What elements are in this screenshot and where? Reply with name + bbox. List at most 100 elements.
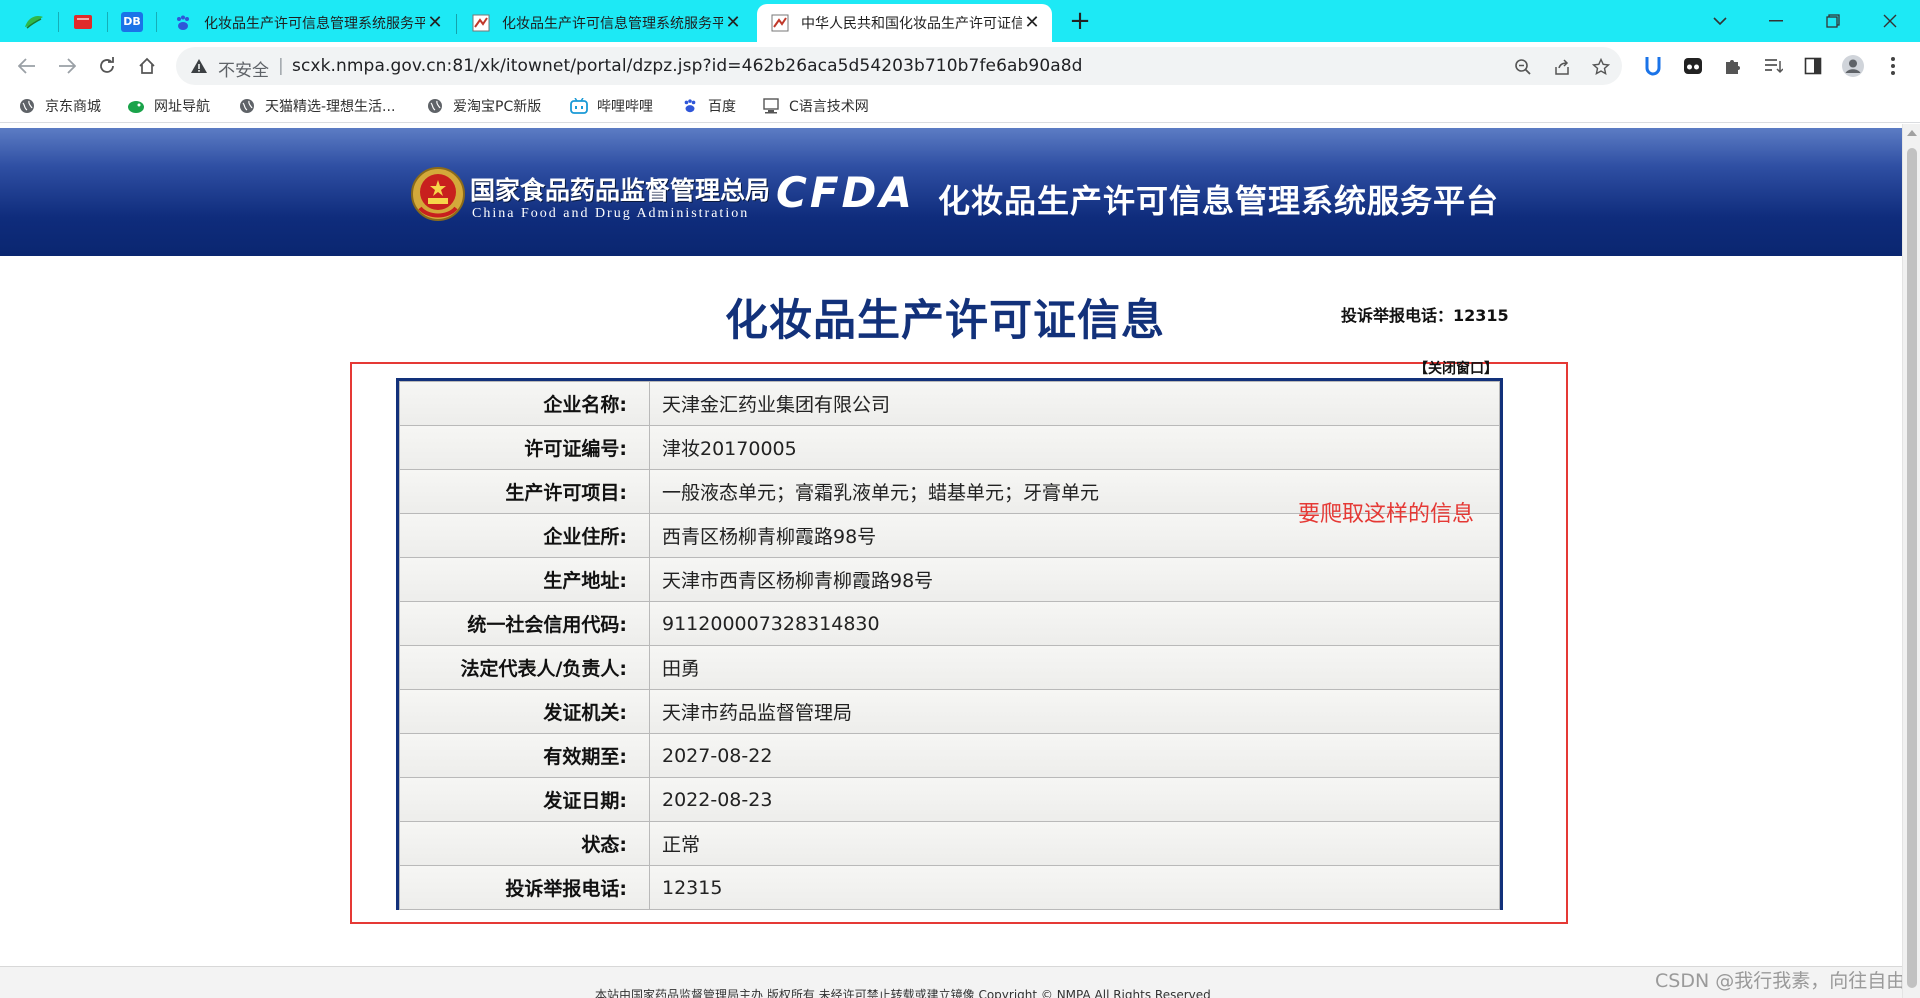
page-title: 化妆品生产许可证信息 [725, 296, 1165, 346]
bookmark-item[interactable]: 爱淘宝PC新版 [426, 95, 541, 117]
national-emblem-icon [411, 167, 465, 221]
globe-icon [426, 97, 444, 115]
bookmark-item[interactable]: 百度 [681, 95, 736, 117]
back-arrow-icon[interactable] [12, 51, 42, 81]
row-label: 发证机关: [399, 689, 650, 734]
omnibox-separator: | [278, 56, 284, 76]
bird-icon [127, 97, 145, 115]
scroll-up-arrow-icon[interactable] [1907, 130, 1917, 136]
bookmark-star-icon[interactable] [1590, 56, 1612, 78]
page-favicon-icon [771, 14, 789, 32]
bookmark-label: 爱淘宝PC新版 [453, 99, 542, 115]
new-tab-button[interactable]: + [1064, 8, 1096, 35]
row-value: 天津金汇药业集团有限公司 [649, 381, 1500, 426]
tab-1[interactable]: 化妆品生产许可信息管理系统服务平台 ✕ [160, 4, 455, 42]
home-icon[interactable] [132, 51, 162, 81]
computer-icon [762, 97, 780, 115]
row-value: 正常 [649, 821, 1500, 866]
profile-avatar-icon[interactable] [1838, 51, 1868, 81]
reading-list-icon[interactable] [1758, 51, 1788, 81]
tab-separator [456, 14, 457, 34]
extension-glasses-icon[interactable] [1678, 51, 1708, 81]
row-value: 天津市药品监督管理局 [649, 689, 1500, 734]
tab-2-title: 化妆品生产许可信息管理系统服务平台 [502, 16, 723, 32]
paw-icon [681, 97, 699, 115]
bookmark-label: C语言技术网 [789, 99, 869, 115]
zoom-icon[interactable] [1512, 56, 1534, 78]
db-icon: DB [121, 12, 143, 32]
vertical-scrollbar[interactable] [1902, 124, 1920, 998]
tab-3-close-icon[interactable]: ✕ [1022, 13, 1042, 33]
bookmark-label: 百度 [708, 99, 736, 115]
tab-separator [58, 12, 59, 32]
extensions-puzzle-icon[interactable] [1718, 51, 1748, 81]
paw-icon [174, 14, 192, 32]
bookmark-item[interactable]: 天猫精选-理想生活... [238, 95, 395, 117]
address-bar[interactable]: 不安全 | scxk.nmpa.gov.cn:81/xk/itownet/por… [176, 47, 1622, 85]
bookmark-item[interactable]: 哔哩哔哩 [570, 95, 653, 117]
forward-arrow-icon[interactable] [52, 51, 82, 81]
table-row: 状态: 正常 [399, 821, 1500, 866]
row-value: 911200007328314830 [649, 601, 1500, 646]
bookmark-label: 天猫精选-理想生活... [265, 99, 396, 115]
row-label: 生产地址: [399, 557, 650, 602]
security-label[interactable]: 不安全 [218, 56, 269, 81]
table-row: 发证机关: 天津市药品监督管理局 [399, 689, 1500, 734]
more-menu-icon[interactable] [1878, 51, 1908, 81]
pinned-tab-2[interactable] [69, 9, 97, 35]
row-value: 2022-08-23 [649, 777, 1500, 822]
row-value: 田勇 [649, 645, 1500, 690]
tab-2[interactable]: 化妆品生产许可信息管理系统服务平台 ✕ [458, 4, 753, 42]
page-favicon-icon [472, 14, 490, 32]
pinned-tab-3[interactable]: DB [118, 9, 146, 35]
pinned-tab-1[interactable] [20, 9, 48, 35]
table-row: 发证日期: 2022-08-23 [399, 777, 1500, 822]
restore-icon[interactable] [1813, 6, 1853, 36]
row-label: 状态: [399, 821, 650, 866]
close-window-icon[interactable] [1870, 6, 1910, 36]
row-label: 投诉举报电话: [399, 865, 650, 910]
row-value: 天津市西青区杨柳青柳霞路98号 [649, 557, 1500, 602]
bilibili-icon [570, 97, 588, 115]
extension-u-icon[interactable] [1638, 51, 1668, 81]
row-value: 12315 [649, 865, 1500, 910]
row-value: 2027-08-22 [649, 733, 1500, 778]
table-row: 法定代表人/负责人: 田勇 [399, 645, 1500, 690]
share-icon[interactable] [1551, 56, 1573, 78]
row-label: 法定代表人/负责人: [399, 645, 650, 690]
url-text[interactable]: scxk.nmpa.gov.cn:81/xk/itownet/portal/dz… [292, 56, 1083, 76]
table-row: 生产地址: 天津市西青区杨柳青柳霞路98号 [399, 557, 1500, 602]
csdn-watermark: CSDN @我行我素，向往自由 [1655, 970, 1902, 992]
bookmark-item[interactable]: 网址导航 [127, 95, 210, 117]
tab-strip: DB 化妆品生产许可信息管理系统服务平台 ✕ 化妆品生产许可信息管理系统服务平台… [0, 0, 1920, 42]
bookmark-label: 哔哩哔哩 [597, 99, 653, 115]
minimize-icon[interactable] [1756, 6, 1796, 36]
tab-2-close-icon[interactable]: ✕ [723, 13, 743, 33]
table-row: 许可证编号: 津妆20170005 [399, 425, 1500, 470]
side-panel-icon[interactable] [1798, 51, 1828, 81]
tab-3-active[interactable]: 中华人民共和国化妆品生产许可证信息 ✕ [757, 4, 1052, 42]
table-row: 统一社会信用代码: 911200007328314830 [399, 601, 1500, 646]
close-window-link[interactable]: 【关闭窗口】 [1414, 358, 1498, 378]
tab-1-close-icon[interactable]: ✕ [425, 13, 445, 33]
bookmarks-bar: 京东商城 网址导航 天猫精选-理想生活... 爱淘宝PC新版 哔哩哔哩 百度 C… [0, 90, 1920, 123]
cfda-logo: CFDA [776, 168, 915, 217]
bookmark-item[interactable]: C语言技术网 [762, 95, 869, 117]
bookmark-item[interactable]: 京东商城 [18, 95, 101, 117]
row-label: 生产许可项目: [399, 469, 650, 514]
complaint-hotline: 投诉举报电话：12315 [1341, 306, 1509, 325]
warning-triangle-icon[interactable] [190, 57, 208, 75]
tab-search-chevron-icon[interactable] [1700, 6, 1740, 36]
row-value: 津妆20170005 [649, 425, 1500, 470]
platform-title: 化妆品生产许可信息管理系统服务平台 [938, 182, 1500, 220]
row-label: 企业住所: [399, 513, 650, 558]
table-row: 有效期至: 2027-08-22 [399, 733, 1500, 778]
browser-toolbar: 不安全 | scxk.nmpa.gov.cn:81/xk/itownet/por… [0, 42, 1920, 90]
row-label: 有效期至: [399, 733, 650, 778]
scrollbar-thumb[interactable] [1907, 148, 1917, 988]
tab-3-title: 中华人民共和国化妆品生产许可证信息 [801, 16, 1022, 32]
row-label: 发证日期: [399, 777, 650, 822]
agency-name-cn: 国家食品药品监督管理总局 [470, 176, 771, 205]
reload-icon[interactable] [92, 51, 122, 81]
tab-separator [107, 12, 108, 32]
